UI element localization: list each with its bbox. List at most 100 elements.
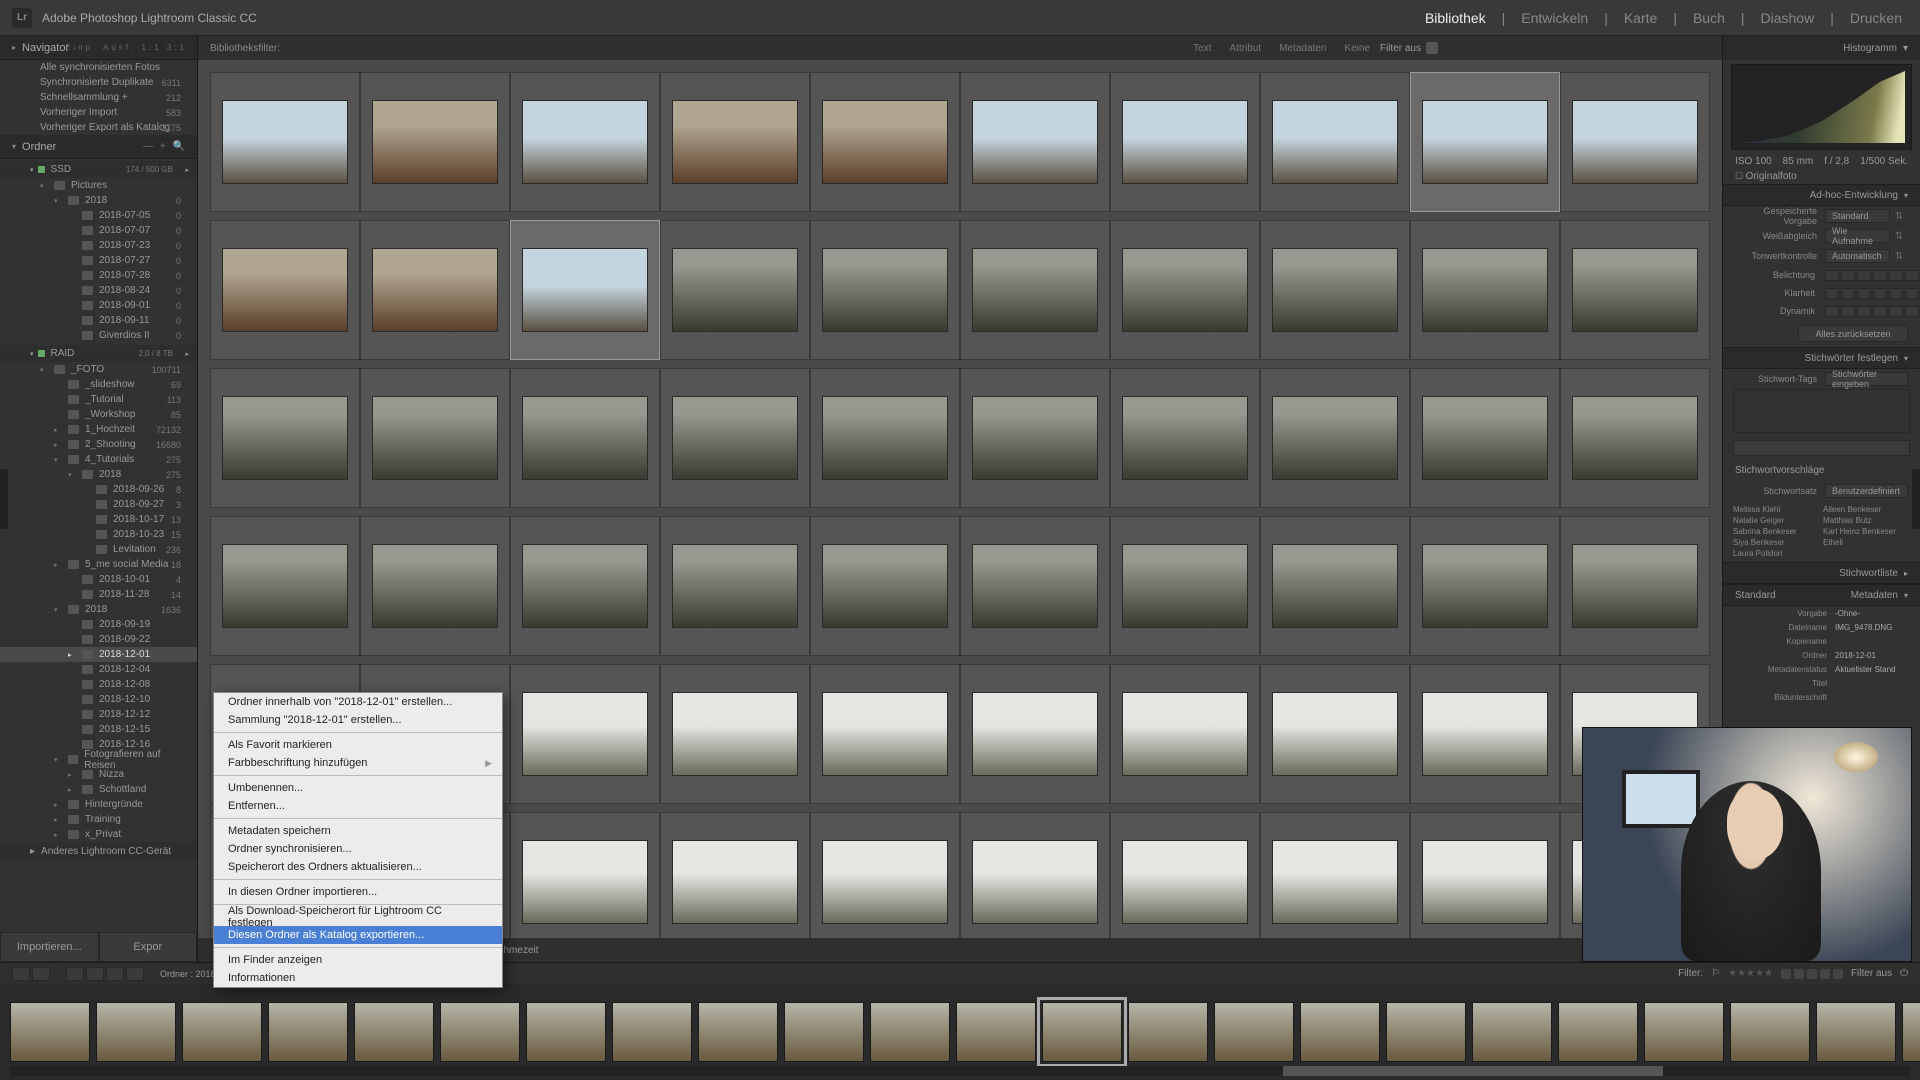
filmstrip-thumb[interactable] [1214,1002,1294,1062]
filter-preset-dropdown[interactable]: Filter aus [1851,968,1892,979]
grid-cell[interactable] [1260,516,1410,656]
grid-cell[interactable] [660,664,810,804]
histogram-header[interactable]: Histogramm ▾ [1723,36,1920,60]
folder-item[interactable]: 2018-12-10 [0,692,197,707]
volume-row[interactable]: ▾SSD174 / 500 GB▸ [0,161,197,178]
grid-cell[interactable] [1110,516,1260,656]
filmstrip-thumb[interactable] [1902,1002,1920,1062]
folder-item[interactable]: 2018-11-2814 [0,587,197,602]
stepper-icon[interactable]: ⇅ [1890,251,1908,262]
menu-item[interactable]: Diesen Ordner als Katalog exportieren... [214,926,502,944]
grid-cell[interactable] [210,368,360,508]
metadata-value[interactable]: Aktuellster Stand [1835,665,1895,674]
filmstrip-thumb[interactable] [268,1002,348,1062]
grid-cell[interactable] [510,72,660,212]
folder-item[interactable]: 2018-12-08 [0,677,197,692]
folders-header[interactable]: ▾ Ordner — + 🔍 [0,135,197,159]
keyword-textarea[interactable] [1733,389,1910,433]
metadata-preset-dropdown[interactable]: Standard [1735,590,1776,601]
grid-cell[interactable] [810,72,960,212]
person-keyword[interactable]: Siya Benkeser [1733,538,1813,547]
filmstrip-thumb[interactable] [870,1002,950,1062]
grid-cell[interactable] [1260,812,1410,938]
folder-item[interactable]: ▸2_Shooting16680 [0,437,197,452]
module-bibliothek[interactable]: Bibliothek [1425,10,1486,26]
metadata-value[interactable]: -Ohne- [1835,609,1860,618]
filmstrip-thumb[interactable] [10,1002,90,1062]
person-keyword[interactable]: Melissa Kiehl [1733,505,1813,514]
grid-cell[interactable] [1110,72,1260,212]
grid-cell[interactable] [360,516,510,656]
menu-item[interactable]: Metadaten speichern [214,822,502,840]
folder-item[interactable]: 2018-10-014 [0,572,197,587]
metadata-value[interactable]: IMG_9478.DNG [1835,623,1892,632]
grid-cell[interactable] [1260,220,1410,360]
folder-item[interactable]: ▾20180 [0,193,197,208]
flag-filter-icon[interactable]: ⚐ [1711,968,1720,979]
menu-item[interactable]: In diesen Ordner importieren... [214,883,502,901]
filter-tab-metadaten[interactable]: Metadaten [1279,43,1326,54]
menu-item[interactable]: Umbenennen... [214,779,502,797]
folder-item[interactable]: 2018-09-19 [0,617,197,632]
grid-cell[interactable] [1110,812,1260,938]
filmstrip-thumb[interactable] [1730,1002,1810,1062]
folder-item[interactable]: 2018-09-010 [0,298,197,313]
grid-cell[interactable] [960,812,1110,938]
rating-filter[interactable]: ★★★★★ [1728,968,1773,979]
filter-switch-icon[interactable]: ⏻ [1900,968,1908,979]
other-device-row[interactable]: ▸ Anderes Lightroom CC-Gerät [0,842,197,860]
menu-item[interactable]: Als Favorit markieren [214,736,502,754]
grid-cell[interactable] [1110,368,1260,508]
catalog-item[interactable]: Vorheriger Import583 [0,105,197,120]
grid-cell[interactable] [360,368,510,508]
filmstrip-thumb[interactable] [1300,1002,1380,1062]
keywords-header[interactable]: Stichwörter festlegen▾ [1723,347,1920,369]
folder-item[interactable]: 2018-09-22 [0,632,197,647]
folder-item[interactable]: 2018-07-050 [0,208,197,223]
metadata-header[interactable]: Standard Metadaten▾ [1723,584,1920,606]
person-keyword[interactable]: Sabrina Benkeser [1733,527,1813,536]
folder-item[interactable]: ▾4_Tutorials275 [0,452,197,467]
filmstrip-thumb[interactable] [1558,1002,1638,1062]
grid-cell[interactable] [660,812,810,938]
folder-item[interactable]: Giverdios II0 [0,328,197,343]
grid-cell[interactable] [1560,516,1710,656]
original-photo-checkbox[interactable]: ☐ Originalfoto [1723,169,1920,184]
filter-tab-keine[interactable]: Keine [1344,43,1370,54]
folder-item[interactable]: 2018-07-270 [0,253,197,268]
view-mode-buttons[interactable] [12,967,50,981]
folder-item[interactable]: 2018-07-070 [0,223,197,238]
filter-tab-attribut[interactable]: Attribut [1229,43,1261,54]
grid-cell[interactable] [510,516,660,656]
secondary-view-buttons[interactable] [66,967,144,981]
module-entwickeln[interactable]: Entwickeln [1521,10,1588,26]
grid-cell[interactable] [1410,368,1560,508]
kw-tags-input[interactable]: Stichwörter eingeben [1825,372,1908,386]
grid-cell[interactable] [1560,368,1710,508]
module-karte[interactable]: Karte [1624,10,1657,26]
person-keyword[interactable]: Etheli [1823,538,1903,547]
grid-cell[interactable] [810,812,960,938]
catalog-item[interactable]: Alle synchronisierten Fotos [0,60,197,75]
grid-cell[interactable] [360,220,510,360]
grid-cell[interactable] [810,220,960,360]
menu-item[interactable]: Im Finder anzeigen [214,951,502,969]
catalog-item[interactable]: Synchronisierte Duplikate6311 [0,75,197,90]
slider-belichtung[interactable]: Belichtung [1723,266,1920,284]
menu-item[interactable]: Farbbeschriftung hinzufügen▶ [214,754,502,772]
grid-cell[interactable] [660,72,810,212]
grid-cell[interactable] [810,368,960,508]
folder-item[interactable]: ▾_FOTO100711 [0,362,197,377]
filmstrip-thumb[interactable] [612,1002,692,1062]
person-keyword[interactable]: Laura Polidori [1733,549,1813,558]
import-button[interactable]: Importieren... [0,932,99,962]
folder-item[interactable]: ▸x_Privat [0,827,197,842]
filmstrip-thumb[interactable] [1128,1002,1208,1062]
module-drucken[interactable]: Drucken [1850,10,1902,26]
navigator-header[interactable]: ▸ Navigator Einp. Ausf. 1:1 3:1 [0,36,197,60]
folder-item[interactable]: _Tutorial113 [0,392,197,407]
filmstrip-thumb[interactable] [440,1002,520,1062]
grid-cell[interactable] [960,516,1110,656]
grid-cell[interactable] [1410,72,1560,212]
folder-item[interactable]: _Workshop85 [0,407,197,422]
